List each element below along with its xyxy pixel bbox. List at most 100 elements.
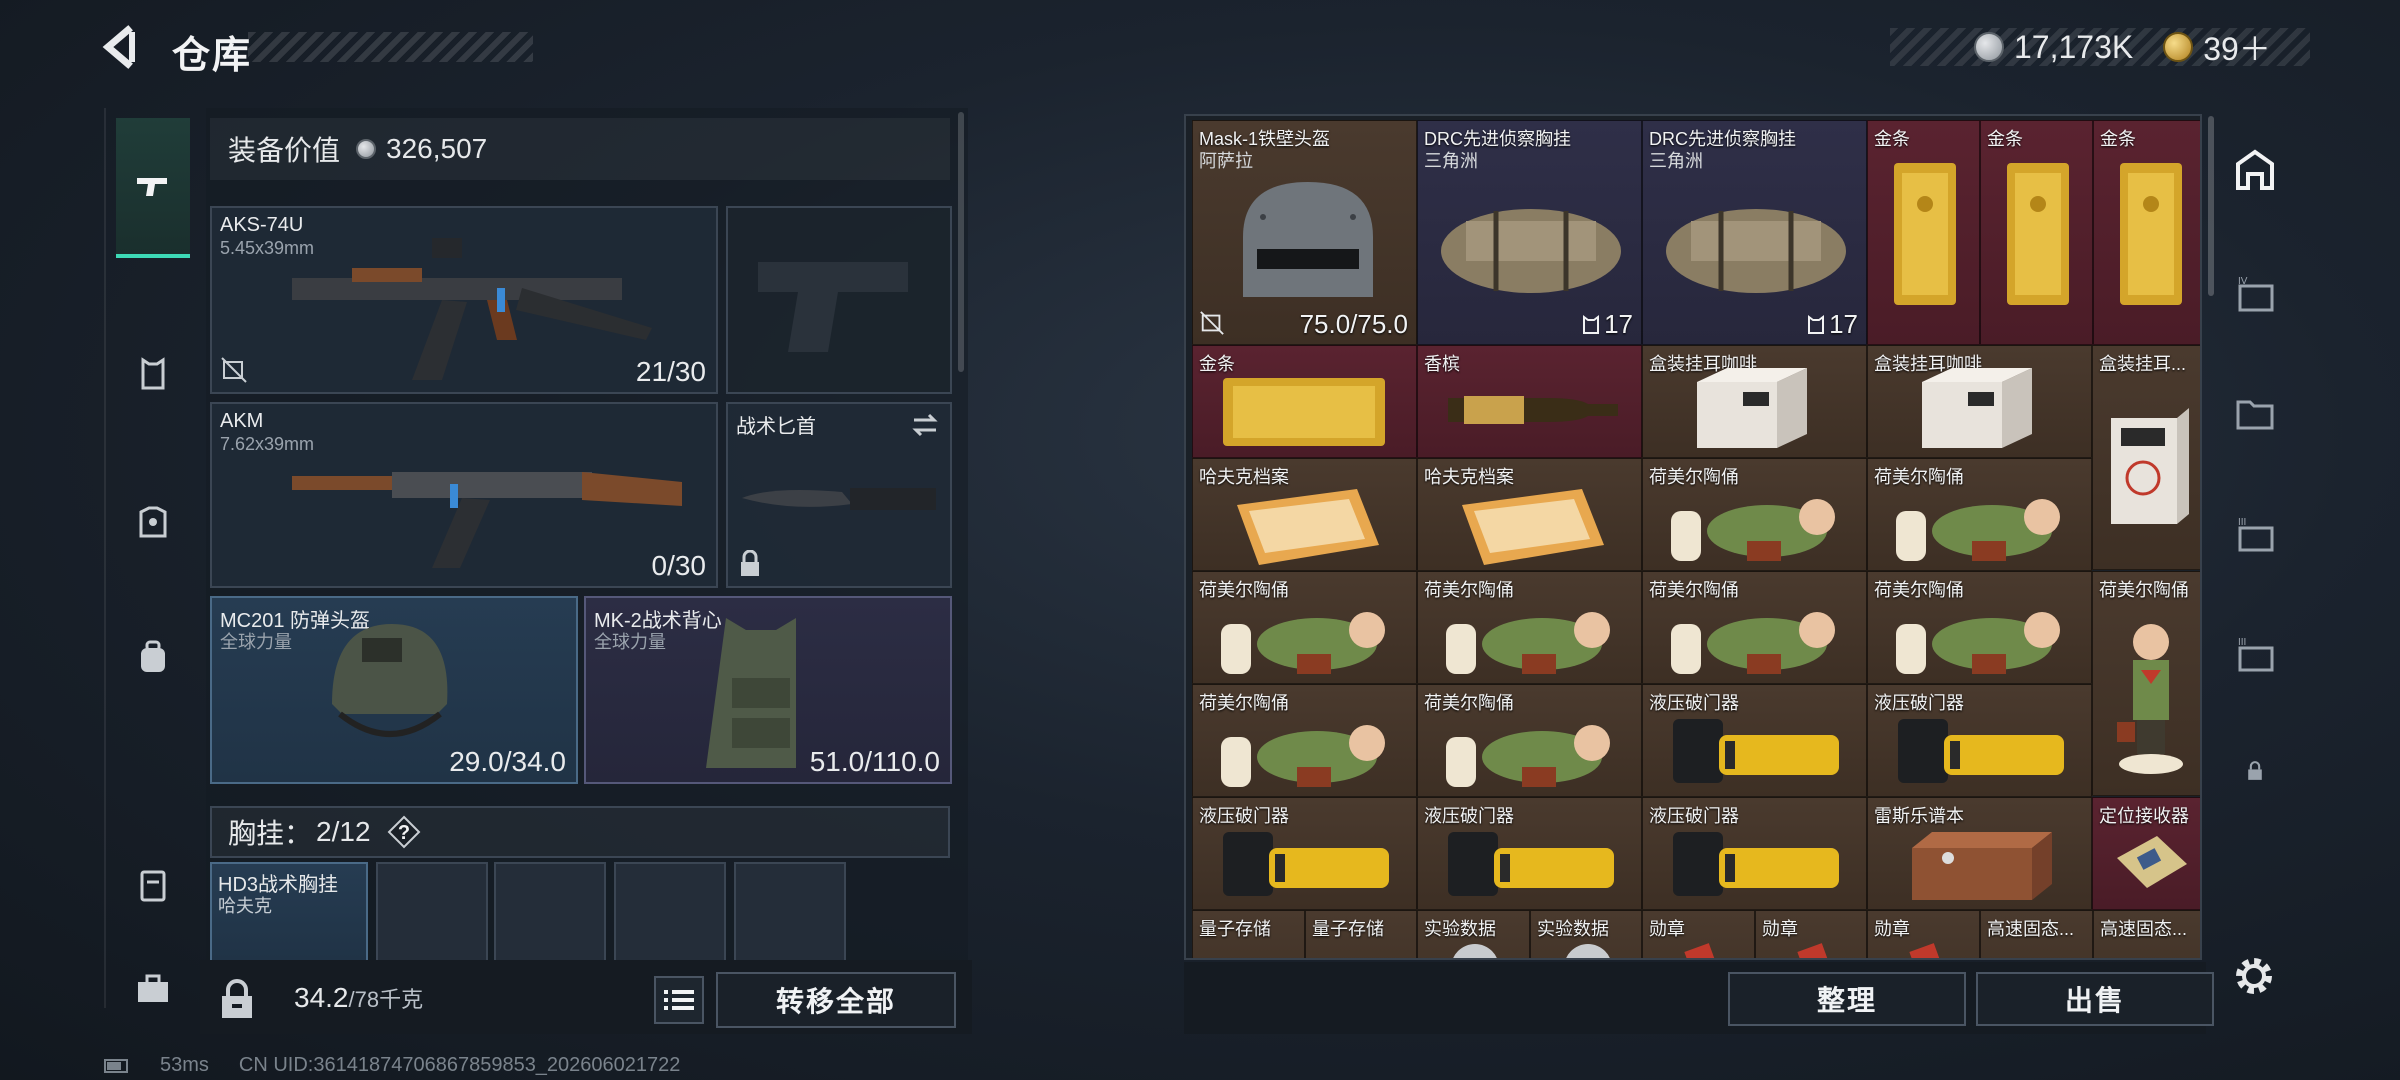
currency-bar: 17,173K 39＋ bbox=[1890, 28, 2310, 67]
stash-item-medal[interactable]: 勋章 bbox=[1642, 910, 1755, 958]
stash-item-experiment-data[interactable]: 实验数据 bbox=[1530, 910, 1642, 958]
stash-item-ssd[interactable]: 高速固态... bbox=[1980, 910, 2093, 958]
stash-item-quantum-storage[interactable]: 量子存储 bbox=[1305, 910, 1417, 958]
stash-item-chest-rig[interactable]: DRC先进侦察胸挂 三角洲 17 bbox=[1642, 120, 1867, 345]
stash-tab-3a[interactable]: III bbox=[2220, 480, 2290, 590]
stash-item-gold-bar[interactable]: 金条 bbox=[1192, 345, 1417, 458]
primary-weapon-slot[interactable]: AKS-74U 5.45x39mm 21/30 bbox=[210, 206, 718, 394]
category-rail bbox=[104, 108, 196, 1008]
stash-item-haavk-file[interactable]: 哈夫克档案 bbox=[1192, 458, 1417, 571]
stash-item-figurine[interactable]: 荷美尔陶俑 bbox=[1867, 571, 2092, 684]
stash-item-breacher[interactable]: 液压破门器 bbox=[1867, 684, 2092, 797]
champagne-icon bbox=[1448, 396, 1618, 424]
lock-icon bbox=[741, 550, 759, 576]
hydraulic-breacher-icon bbox=[1223, 832, 1389, 896]
disc-icon bbox=[1566, 944, 1610, 958]
vest-grid-cell[interactable] bbox=[734, 862, 846, 962]
stash-item-breacher[interactable]: 液压破门器 bbox=[1642, 797, 1867, 910]
no-insure-icon bbox=[221, 357, 247, 383]
item-name: 荷美尔陶俑 bbox=[2099, 580, 2189, 600]
vest-item-slot[interactable]: HD3战术胸挂 哈夫克 bbox=[210, 862, 368, 962]
status-bar: 53ms CN UID:36141874706867859853_2026060… bbox=[104, 1054, 680, 1077]
swap-icon[interactable] bbox=[910, 412, 940, 438]
loadout-scrollbar[interactable] bbox=[958, 112, 964, 372]
stash-tab-folder[interactable] bbox=[2220, 358, 2290, 468]
helmet-slot[interactable]: MC201 防弹头盔 全球力量 29.0/34.0 bbox=[210, 596, 578, 784]
stash-item-figurine[interactable]: 荷美尔陶俑 bbox=[1192, 571, 1417, 684]
vest-small-icon bbox=[1808, 314, 1825, 334]
stash-item-locator-receiver[interactable]: 定位接收器 bbox=[2092, 797, 2200, 910]
stash-item-gold-bar[interactable]: 金条 bbox=[1867, 120, 1980, 345]
pistol-placeholder-icon bbox=[758, 262, 908, 352]
stash-item-ssd[interactable]: 高速固态... bbox=[2093, 910, 2200, 958]
ammo-count: 0/30 bbox=[651, 550, 707, 581]
stash-item-figurine[interactable]: 荷美尔陶俑 bbox=[1192, 684, 1417, 797]
armor-slot[interactable]: MK-2战术背心 全球力量 51.0/110.0 bbox=[584, 596, 952, 784]
list-view-button[interactable] bbox=[654, 976, 704, 1024]
vest-capacity: 2/12 bbox=[316, 816, 371, 847]
stash-item-coffee[interactable]: 盒装挂耳咖啡 bbox=[1867, 345, 2092, 458]
category-toolbox[interactable] bbox=[116, 918, 190, 1058]
case-icon bbox=[140, 870, 166, 902]
item-capacity: 17 bbox=[1807, 309, 1858, 340]
stash-item-coffee[interactable]: 盒装挂耳咖啡 bbox=[1642, 345, 1867, 458]
ammo-count: 21/30 bbox=[635, 356, 706, 387]
weight-max: /78千克 bbox=[348, 987, 424, 1012]
stash-item-helmet[interactable]: Mask-1铁壁头盔 阿萨拉 75.0/75.0 bbox=[1192, 120, 1417, 345]
title-stripe bbox=[248, 32, 533, 62]
settings-gear-icon[interactable] bbox=[2230, 952, 2278, 1000]
weapon-name: AKM bbox=[220, 410, 264, 432]
stash-item-figurine[interactable]: 荷美尔陶俑 bbox=[1417, 684, 1642, 797]
stash-item-quantum-storage[interactable]: 量子存储 bbox=[1192, 910, 1305, 958]
pistol-slot[interactable] bbox=[726, 206, 952, 394]
stash-item-chest-rig[interactable]: DRC先进侦察胸挂 三角洲 17 bbox=[1417, 120, 1642, 345]
stash-item-figurine[interactable]: 荷美尔陶俑 bbox=[1642, 458, 1867, 571]
secondary-weapon-slot[interactable]: AKM 7.62x39mm 0/30 bbox=[210, 402, 718, 588]
stash-item-figurine[interactable]: 荷美尔陶俑 bbox=[1867, 458, 2092, 571]
stash-item-breacher[interactable]: 液压破门器 bbox=[1417, 797, 1642, 910]
stash-scrollbar[interactable] bbox=[2208, 116, 2214, 296]
stash-tab-4[interactable]: IV bbox=[2220, 240, 2290, 350]
stash-item-medal[interactable]: 勋章 bbox=[1867, 910, 1980, 958]
category-vest[interactable] bbox=[116, 304, 190, 444]
category-armor[interactable] bbox=[116, 452, 190, 592]
help-icon[interactable]: ? bbox=[387, 815, 421, 849]
stash-item-breacher[interactable]: 液压破门器 bbox=[1642, 684, 1867, 797]
sort-button[interactable]: 整理 bbox=[1728, 972, 1966, 1026]
stash-item-figurine[interactable]: 荷美尔陶俑 bbox=[1642, 571, 1867, 684]
stash-item-medal[interactable]: 勋章 bbox=[1755, 910, 1867, 958]
item-name: 盒装挂耳... bbox=[2099, 354, 2187, 374]
stash-item-breacher[interactable]: 液压破门器 bbox=[1192, 797, 1417, 910]
capacity-value: 17 bbox=[1604, 309, 1633, 339]
transfer-all-button[interactable]: 转移全部 bbox=[716, 972, 956, 1028]
vest-grid-cell[interactable] bbox=[614, 862, 726, 962]
stash-item-score-book[interactable]: 雷斯乐谱本 bbox=[1867, 797, 2092, 910]
vest-grid-cell[interactable] bbox=[494, 862, 606, 962]
armor-origin: 全球力量 bbox=[594, 632, 666, 652]
score-book-icon bbox=[1912, 832, 2052, 900]
stash-tab-locked[interactable] bbox=[2220, 716, 2290, 826]
stash-item-figurine[interactable]: 荷美尔陶俑 bbox=[1417, 571, 1642, 684]
stash-tab-main[interactable] bbox=[2220, 116, 2290, 226]
stash-item-coffee[interactable]: 盒装挂耳... bbox=[2092, 345, 2200, 570]
stash-item-gold-bar[interactable]: 金条 bbox=[2093, 120, 2200, 345]
stash-item-haavk-file[interactable]: 哈夫克档案 bbox=[1417, 458, 1642, 571]
back-arrow-icon[interactable] bbox=[98, 22, 148, 72]
vest-grid-cell[interactable] bbox=[376, 862, 488, 962]
stash-item-champagne[interactable]: 香槟 bbox=[1417, 345, 1642, 458]
stash-tab-3b[interactable]: III bbox=[2220, 600, 2290, 710]
stash-item-experiment-data[interactable]: 实验数据 bbox=[1417, 910, 1530, 958]
category-backpack[interactable] bbox=[116, 588, 190, 728]
sell-button[interactable]: 出售 bbox=[1976, 972, 2214, 1026]
stash-item-figurine[interactable]: 荷美尔陶俑 bbox=[2092, 571, 2200, 796]
disc-icon bbox=[1453, 944, 1497, 958]
ping-value: 53ms bbox=[160, 1054, 209, 1076]
melee-slot[interactable]: 战术匕首 bbox=[726, 402, 952, 588]
capacity-value: 17 bbox=[1829, 309, 1858, 339]
premium-value[interactable]: 39＋ bbox=[2203, 24, 2271, 70]
category-weapons[interactable] bbox=[116, 118, 190, 258]
armor-vest-icon bbox=[706, 618, 796, 768]
stash-item-gold-bar[interactable]: 金条 bbox=[1980, 120, 2093, 345]
armor-icon bbox=[139, 506, 167, 538]
uid-text: CN UID:36141874706867859853_202606021722 bbox=[238, 1054, 681, 1076]
